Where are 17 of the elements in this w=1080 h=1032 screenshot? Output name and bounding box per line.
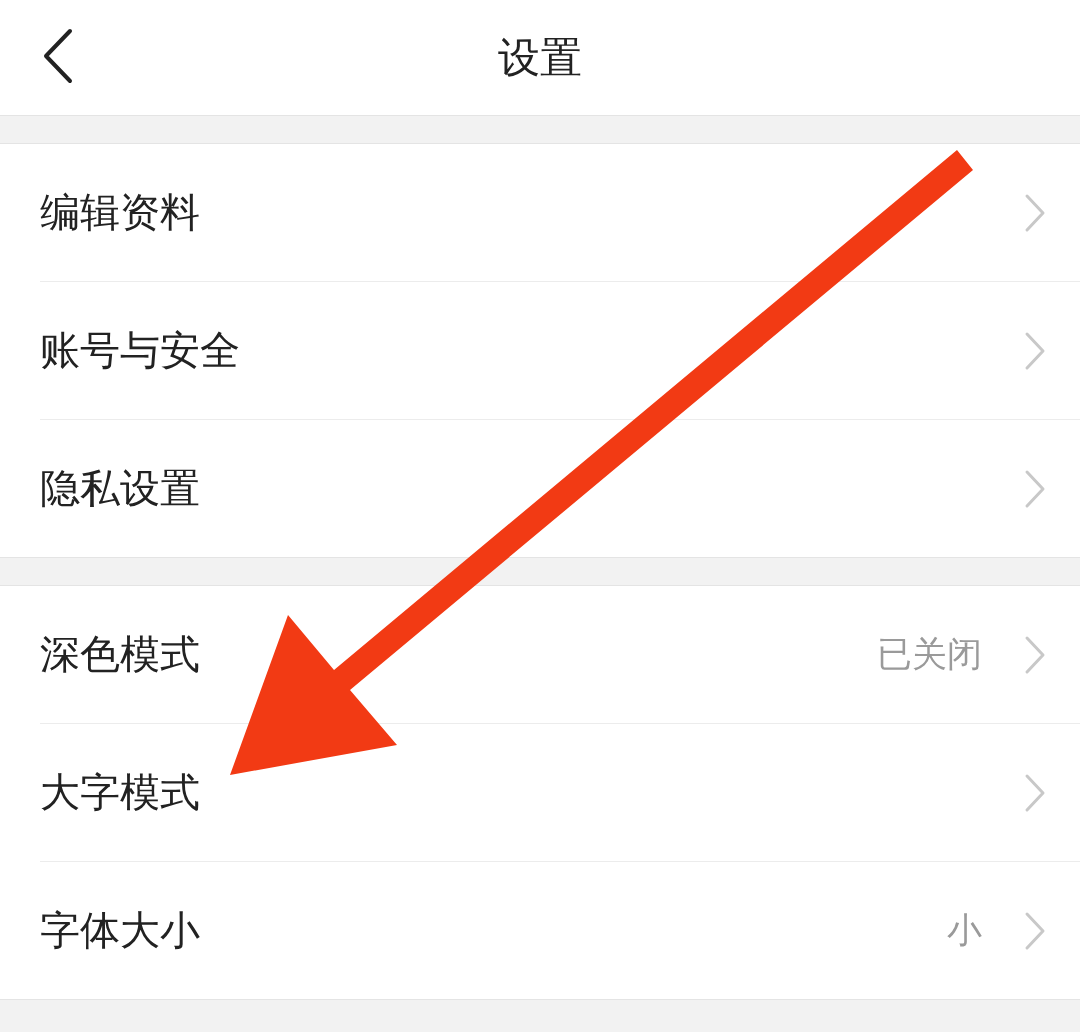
row-label: 编辑资料 (40, 188, 201, 237)
row-label: 字体大小 (40, 906, 201, 955)
row-label: 大字模式 (40, 768, 201, 817)
row-label: 深色模式 (40, 630, 201, 679)
row-value: 小 (947, 909, 982, 952)
row-value: 已关闭 (877, 633, 982, 676)
chevron-right-icon (1024, 910, 1046, 951)
chevron-right-icon (1024, 772, 1046, 813)
chevron-right-icon (1024, 192, 1046, 233)
chevron-right-icon (1024, 468, 1046, 509)
row-label: 隐私设置 (40, 464, 201, 513)
settings-row[interactable]: 隐私设置 (40, 420, 1080, 557)
chevron-right-icon (1024, 634, 1046, 675)
settings-row[interactable]: 字体大小 小 (40, 862, 1080, 999)
chevron-right-icon (1024, 330, 1046, 371)
page-title: 设置 (498, 31, 582, 84)
row-label: 账号与安全 (40, 326, 241, 375)
